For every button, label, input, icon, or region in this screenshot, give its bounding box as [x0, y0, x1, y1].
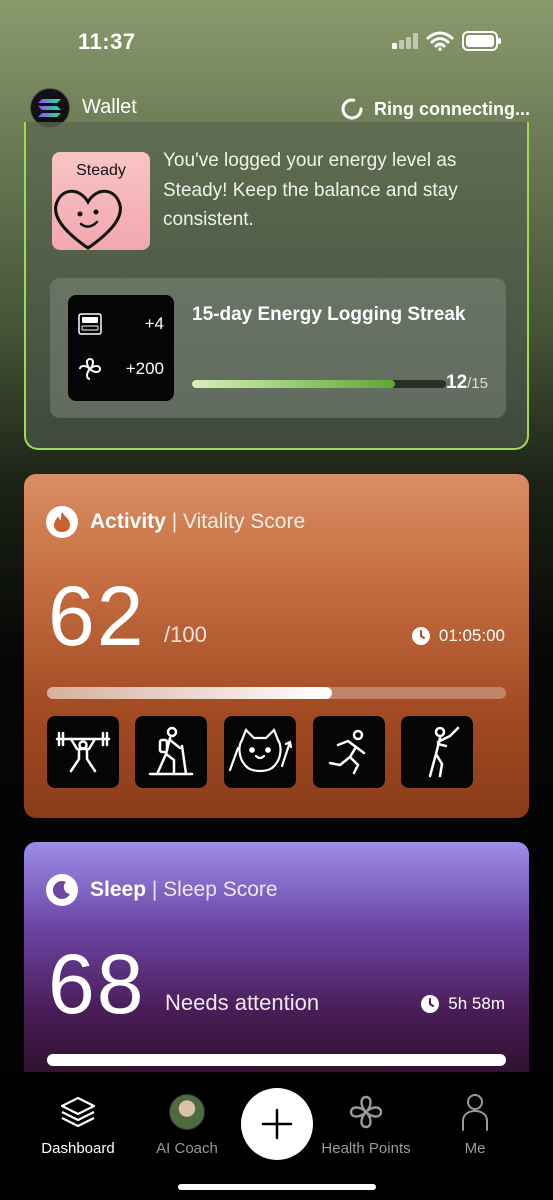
activity-duration: 01:05:00 — [411, 626, 505, 646]
vitality-progress-bar — [47, 687, 506, 699]
status-time: 11:37 — [78, 29, 136, 54]
streak-title: 15-day Energy Logging Streak — [192, 304, 466, 325]
wifi-icon — [426, 31, 454, 51]
add-button[interactable] — [241, 1088, 313, 1160]
energy-log-card[interactable]: Steady You've logged your energy level a… — [24, 122, 529, 450]
sleep-subtitle: | Sleep Score — [151, 878, 278, 901]
reward-points-b: +200 — [125, 359, 164, 378]
sleep-card-header: Sleep | Sleep Score — [46, 874, 278, 906]
tab-me-label: Me — [464, 1140, 486, 1157]
tab-dashboard-label: Dashboard — [41, 1140, 115, 1157]
ring-connection-status[interactable]: Ring connecting... — [340, 97, 530, 121]
vitality-score-max: /100 — [164, 622, 207, 647]
sleep-status: Needs attention — [165, 990, 320, 1015]
reward-row-health: +200 — [78, 357, 164, 381]
tab-ai-coach-label: AI Coach — [156, 1140, 218, 1157]
streak-progress-fill — [192, 380, 396, 388]
coach-avatar — [169, 1094, 205, 1130]
activity-card[interactable]: Activity | Vitality Score 62 /100 01:05:… — [24, 474, 529, 818]
reward-row-cards: +4 — [78, 313, 164, 335]
sleep-title: Sleep — [90, 878, 147, 901]
home-indicator[interactable] — [178, 1184, 376, 1190]
streak-total: /15 — [467, 375, 488, 392]
battery-icon — [462, 31, 501, 51]
ring-status-text: Ring connecting... — [374, 98, 530, 119]
weightlifting-icon[interactable] — [47, 716, 119, 788]
mood-badge: Steady — [52, 152, 150, 250]
pet-walking-icon[interactable] — [224, 716, 296, 788]
reward-tile: +4 +200 — [68, 295, 174, 401]
cellular-signal-icon — [392, 33, 418, 49]
person-icon — [462, 1094, 488, 1131]
tab-health-points-label: Health Points — [321, 1140, 411, 1157]
activity-subtitle: | Vitality Score — [171, 510, 306, 533]
dashboard-icon — [60, 1096, 96, 1128]
status-bar: 11:37 — [0, 0, 553, 80]
tab-me[interactable]: Me — [420, 1090, 530, 1157]
vitality-progress-fill — [47, 687, 332, 699]
running-icon[interactable] — [313, 716, 385, 788]
plus-icon — [261, 1108, 293, 1140]
clock-icon — [421, 995, 440, 1013]
streak-progress-bar — [192, 380, 446, 388]
loading-spinner-icon — [341, 98, 363, 120]
sleep-card[interactable]: Sleep | Sleep Score 68 Needs attention 5… — [24, 842, 529, 1082]
streak-panel[interactable]: +4 +200 15-day Energy Logging Streak 12/… — [50, 278, 506, 418]
tab-health-points[interactable]: Health Points — [311, 1090, 421, 1157]
sleep-score: 68 — [48, 937, 146, 1031]
sleep-duration: 5h 58m — [420, 994, 505, 1014]
sleep-progress-bar — [47, 1054, 506, 1066]
golf-icon[interactable] — [401, 716, 473, 788]
moon-icon — [46, 874, 78, 906]
flame-icon — [46, 506, 78, 538]
tab-dashboard[interactable]: Dashboard — [23, 1090, 133, 1157]
streak-current: 12 — [446, 372, 468, 393]
mood-badge-label: Steady — [76, 162, 126, 179]
reward-points-a: +4 — [144, 314, 164, 333]
clock-icon — [411, 627, 430, 645]
activity-title: Activity — [90, 510, 166, 533]
heart-face-icon — [54, 189, 122, 250]
health-points-icon — [79, 358, 101, 380]
streak-count: 12/15 — [446, 372, 488, 394]
wallet-label[interactable]: Wallet — [82, 96, 137, 119]
bottom-tab-bar: Dashboard AI Coach Health Points Me — [0, 1072, 553, 1200]
vitality-score: 62 — [48, 569, 146, 663]
health-points-icon — [349, 1095, 383, 1129]
energy-message: You've logged your energy level as Stead… — [163, 150, 458, 230]
tab-ai-coach[interactable]: AI Coach — [132, 1090, 242, 1157]
sleep-duration-text: 5h 58m — [448, 994, 505, 1013]
hiking-icon[interactable] — [135, 716, 207, 788]
activity-duration-text: 01:05:00 — [438, 626, 505, 645]
activity-card-header: Activity | Vitality Score — [46, 506, 305, 538]
sleep-progress-fill — [47, 1054, 506, 1066]
device-card-icon — [78, 313, 102, 335]
